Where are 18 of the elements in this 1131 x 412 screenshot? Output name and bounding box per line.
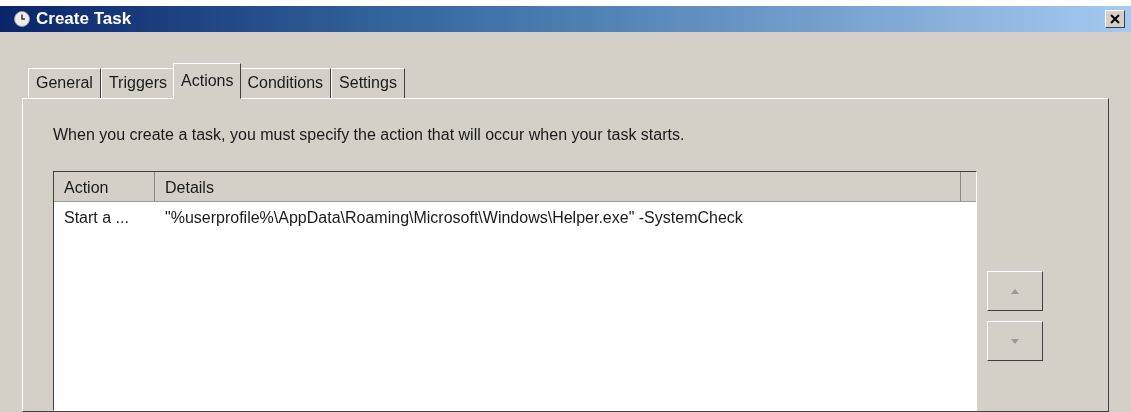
close-button[interactable] — [1105, 9, 1125, 28]
tab[interactable]: Settings — [331, 68, 405, 98]
clock-icon — [14, 10, 30, 27]
table-cell-text: Start a ... — [63, 208, 130, 228]
column-header[interactable]: Action — [54, 172, 155, 201]
move-up-button[interactable] — [987, 271, 1043, 311]
close-icon — [1110, 13, 1120, 24]
tab[interactable]: Actions — [173, 63, 242, 99]
table-cell-text: "%userprofile%\AppData\Roaming\Microsoft\Windows\Helper.exe" -SystemCheck — [164, 208, 744, 228]
tab[interactable]: Triggers — [100, 68, 175, 98]
up-arrow-icon — [1011, 288, 1019, 294]
down-arrow-icon — [1011, 338, 1019, 344]
tab[interactable]: Conditions — [239, 68, 332, 98]
column-header[interactable]: Details — [155, 172, 961, 201]
tab[interactable]: General — [28, 68, 101, 98]
instruction-text: When you create a task, you must specify the action that will occur when your task starts. — [53, 125, 686, 145]
window-title: Create Task — [36, 8, 132, 30]
move-down-button[interactable] — [987, 321, 1043, 361]
